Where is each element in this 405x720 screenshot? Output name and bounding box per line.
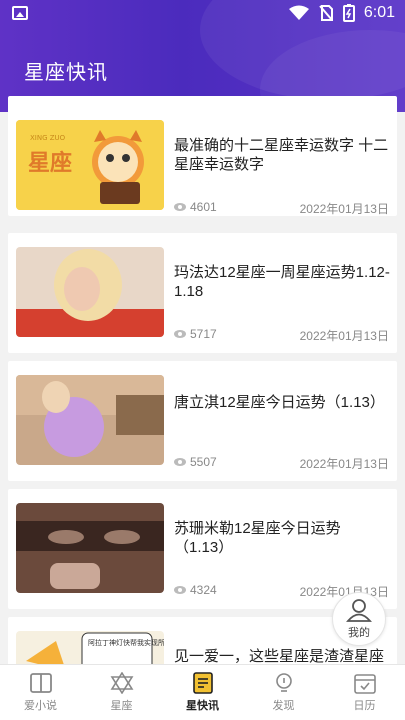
article-title[interactable]: 玛法达12星座一周星座运势1.12-1.18 [174,263,390,301]
tab-zodiac[interactable]: 星座 [81,665,162,720]
article-title[interactable]: 苏珊米勒12星座今日运势（1.13） [174,519,390,557]
tab-label: 星快讯 [186,700,219,712]
view-count: 4324 [174,583,217,597]
book-icon [29,673,52,693]
bottom-tab-bar: 爱小说 星座 星快讯 发现 日历 [0,664,405,720]
view-count-value: 5717 [190,327,217,341]
portrait-photo [16,503,164,593]
article-date: 2022年01月13日 [299,202,389,216]
thumbnail-speech-text: 阿拉丁神灯快帮我实现所有的愿望 [88,638,164,647]
article-thumbnail [16,503,164,593]
article-thumbnail: XING ZUO 星座 [16,120,164,210]
news-icon [192,672,213,694]
gallery-icon [12,6,28,20]
thumbnail-caption: 星座 [28,150,72,176]
tab-discover[interactable]: 发现 [243,665,324,720]
no-sim-icon [319,5,333,21]
view-count: 5507 [174,455,217,469]
article-card[interactable]: 唐立淇12星座今日运势（1.13） 5507 2022年01月13日 [8,361,397,481]
view-count: 5717 [174,327,217,341]
tab-calendar[interactable]: 日历 [324,665,405,720]
tab-label: 发现 [272,700,295,712]
status-bar: 6:01 [0,0,405,28]
user-icon [346,599,372,622]
zodiac-cartoon-image: XING ZUO 星座 [16,120,164,210]
article-title[interactable]: 唐立淇12星座今日运势（1.13） [174,393,390,412]
eye-icon [174,586,186,594]
status-time: 6:01 [363,4,395,21]
tab-novel[interactable]: 爱小说 [0,665,81,720]
eye-icon [174,203,186,211]
eye-icon [174,330,186,338]
wifi-icon [289,5,309,20]
profile-label: 我的 [348,627,370,639]
calendar-icon [353,674,376,694]
tab-label: 星座 [110,700,133,712]
page-title: 星座快讯 [24,62,108,84]
eye-icon [174,458,186,466]
thumbnail-caption-small: XING ZUO [30,134,66,142]
view-count-value: 5507 [190,455,217,469]
article-thumbnail [16,375,164,465]
tab-label: 爱小说 [24,700,57,712]
article-card[interactable]: 玛法达12星座一周星座运势1.12-1.18 5717 2022年01月13日 [8,233,397,353]
portrait-photo [16,375,164,465]
article-date: 2022年01月13日 [299,329,389,343]
article-card[interactable]: 苏珊米勒12星座今日运势（1.13） 4324 2022年01月13日 [8,489,397,609]
view-count-value: 4324 [190,583,217,597]
battery-icon [343,4,355,22]
bulb-icon [275,673,292,692]
tab-label: 日历 [353,700,376,712]
profile-float-button[interactable]: 我的 [332,592,386,646]
view-count-value: 4601 [190,200,217,214]
portrait-photo [16,247,164,337]
status-icons [289,4,355,22]
article-title[interactable]: 最准确的十二星座幸运数字 十二星座幸运数字 [174,136,390,174]
article-thumbnail [16,247,164,337]
view-count: 4601 [174,200,217,214]
star-of-david-icon [110,672,133,694]
article-card[interactable]: XING ZUO 星座 最准确的十二星座幸运数字 十二星座幸运数字 4601 2… [8,96,397,216]
article-date: 2022年01月13日 [299,457,389,471]
tab-news[interactable]: 星快讯 [162,665,243,720]
